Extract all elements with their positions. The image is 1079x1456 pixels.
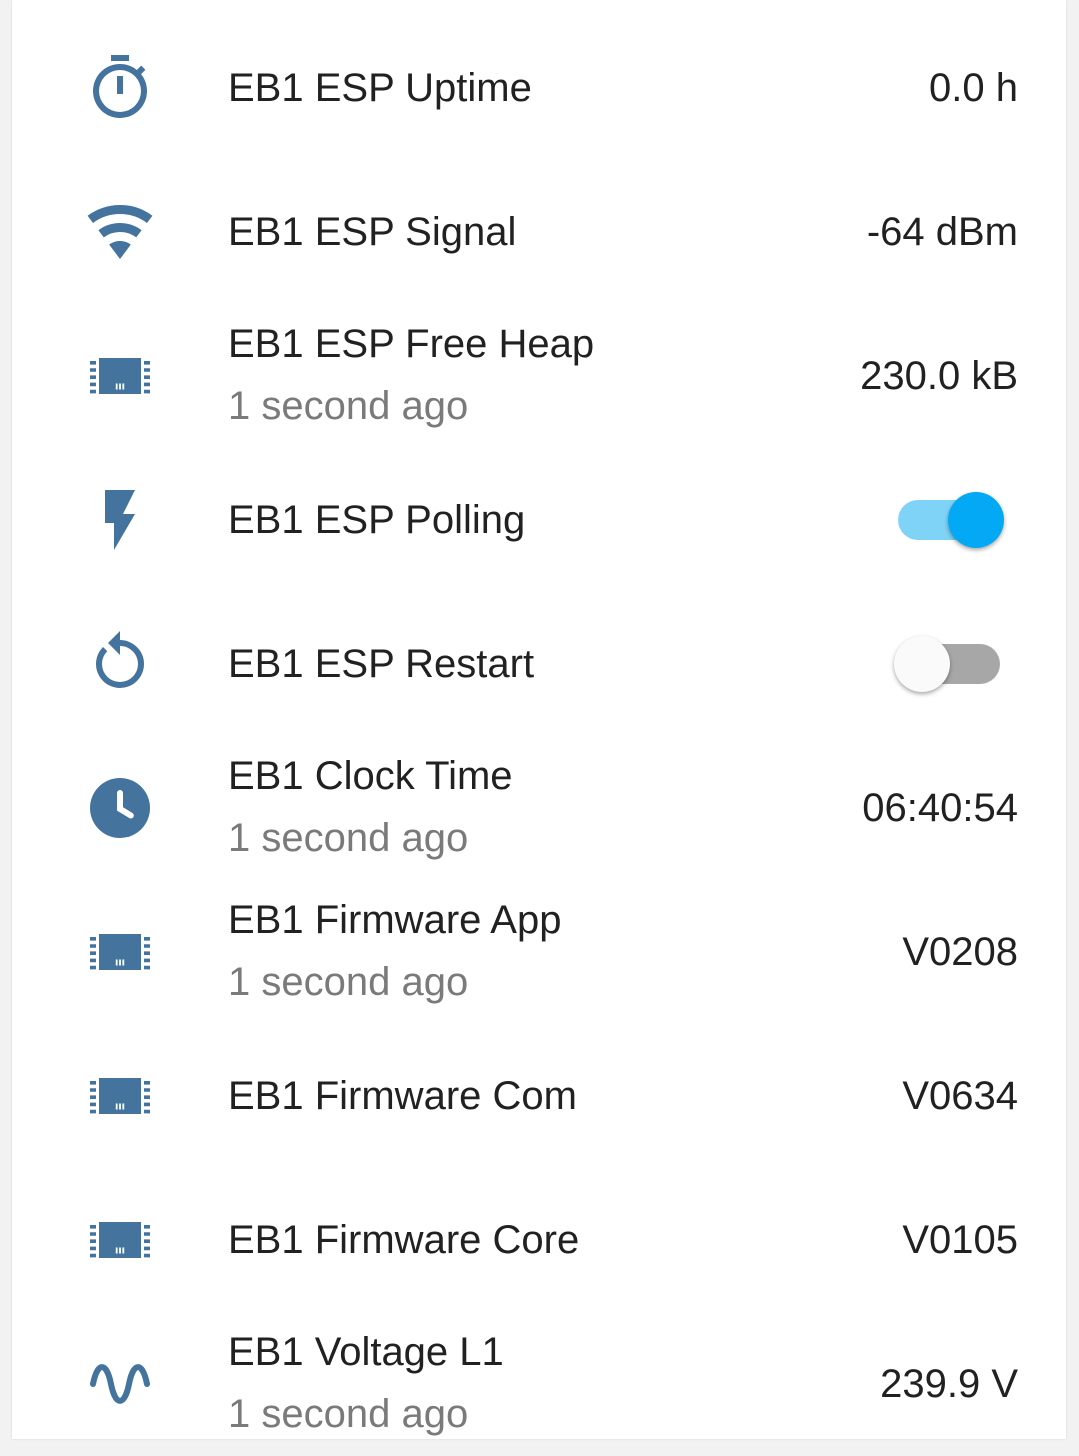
entity-state: -64 dBm (866, 210, 1018, 254)
chip-icon (84, 916, 156, 988)
entity-name: EB1 Firmware Core (228, 1218, 580, 1262)
entity-name: EB1 ESP Polling (228, 498, 526, 542)
last-changed: 1 second ago (228, 384, 469, 428)
entities-card: EB1 ESP Uptime 0.0 h EB1 ESP Signal -64 … (12, 0, 1066, 1439)
toggle-thumb (948, 492, 1004, 548)
chip-icon (84, 1204, 156, 1276)
entity-name: EB1 ESP Uptime (228, 66, 532, 110)
entity-row-esp-restart[interactable]: EB1 ESP Restart (12, 592, 1066, 736)
wifi-icon (84, 196, 156, 268)
entity-name: EB1 Voltage L1 (228, 1330, 504, 1374)
entity-row-esp-free-heap[interactable]: EB1 ESP Free Heap 1 second ago 230.0 kB (12, 304, 1066, 448)
entity-name: EB1 Clock Time (228, 754, 513, 798)
entity-name: EB1 ESP Signal (228, 210, 517, 254)
entity-row-esp-uptime[interactable]: EB1 ESP Uptime 0.0 h (12, 16, 1066, 160)
sine-wave-icon (84, 1348, 156, 1420)
entity-name: EB1 Firmware App (228, 898, 562, 942)
clock-icon (84, 772, 156, 844)
restart-toggle[interactable] (894, 636, 1004, 692)
entity-state: V0208 (902, 930, 1018, 974)
restart-icon (84, 628, 156, 700)
entity-state: 239.9 V (880, 1362, 1018, 1406)
entity-state: V0105 (902, 1218, 1018, 1262)
entity-state: 0.0 h (929, 66, 1018, 110)
entity-name: EB1 ESP Free Heap (228, 322, 595, 366)
entity-name: EB1 ESP Restart (228, 642, 535, 686)
chip-icon (84, 1060, 156, 1132)
timer-icon (84, 52, 156, 124)
entity-state: 230.0 kB (860, 354, 1018, 398)
entity-row-firmware-app[interactable]: EB1 Firmware App 1 second ago V0208 (12, 880, 1066, 1024)
entity-state: V0634 (902, 1074, 1018, 1118)
toggle-thumb (894, 636, 950, 692)
polling-toggle[interactable] (894, 492, 1004, 548)
last-changed: 1 second ago (228, 816, 469, 860)
entity-row-firmware-com[interactable]: EB1 Firmware Com V0634 (12, 1024, 1066, 1168)
entity-row-voltage-l1[interactable]: EB1 Voltage L1 1 second ago 239.9 V (12, 1312, 1066, 1456)
entity-row-clock-time[interactable]: EB1 Clock Time 1 second ago 06:40:54 (12, 736, 1066, 880)
entity-state: 06:40:54 (862, 786, 1018, 830)
entity-name: EB1 Firmware Com (228, 1074, 577, 1118)
flash-icon (84, 484, 156, 556)
entity-row-firmware-core[interactable]: EB1 Firmware Core V0105 (12, 1168, 1066, 1312)
last-changed: 1 second ago (228, 960, 469, 1004)
entity-row-esp-signal[interactable]: EB1 ESP Signal -64 dBm (12, 160, 1066, 304)
last-changed: 1 second ago (228, 1392, 469, 1436)
chip-icon (84, 340, 156, 412)
entity-row-esp-polling[interactable]: EB1 ESP Polling (12, 448, 1066, 592)
